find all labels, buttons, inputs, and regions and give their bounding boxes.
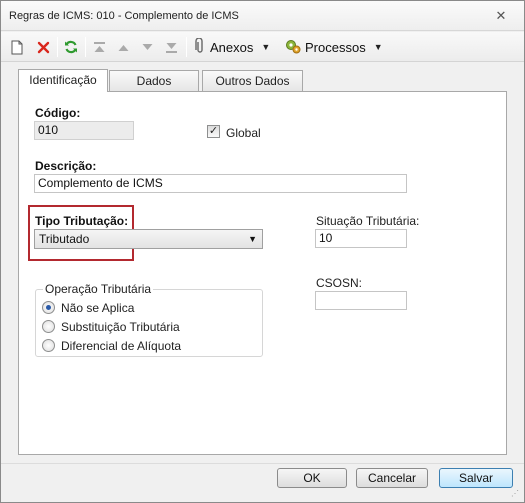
- radio-nao-se-aplica-label: Não se Aplica: [61, 301, 135, 315]
- operacao-tributaria-group: Operação Tributária Não se Aplica Substi…: [35, 282, 263, 357]
- close-icon[interactable]: ✕: [494, 9, 508, 23]
- toolbar-separator: [186, 37, 187, 57]
- dialog-window: Regras de ICMS: 010 - Complemento de ICM…: [0, 0, 525, 503]
- tab-panel-identificacao: Código: 010 ✓ Global Descrição: Compleme…: [18, 91, 507, 455]
- codigo-label: Código:: [35, 106, 81, 120]
- new-document-icon[interactable]: [11, 38, 23, 56]
- processes-gear-icon: [285, 38, 301, 57]
- global-label: Global: [226, 126, 261, 140]
- processos-label: Processos: [305, 39, 366, 55]
- situacao-tributaria-field[interactable]: 10: [315, 229, 407, 248]
- descricao-field[interactable]: Complemento de ICMS: [34, 174, 407, 193]
- chevron-down-icon: ▼: [248, 234, 257, 244]
- codigo-field[interactable]: 010: [34, 121, 134, 140]
- toolbar-separator: [85, 37, 86, 57]
- radio-substituicao-tributaria[interactable]: [42, 320, 55, 333]
- situacao-tributaria-label: Situação Tributária:: [316, 214, 420, 228]
- next-record-icon[interactable]: [141, 38, 154, 56]
- ok-button[interactable]: OK: [277, 468, 347, 488]
- radio-substituicao-tributaria-label: Substituição Tributária: [61, 320, 180, 334]
- processos-button[interactable]: Processos ▼: [285, 38, 383, 56]
- delete-icon[interactable]: [37, 38, 50, 56]
- csosn-label: CSOSN:: [316, 276, 363, 290]
- radio-diferencial-aliquota[interactable]: [42, 339, 55, 352]
- global-checkbox[interactable]: ✓: [207, 125, 220, 138]
- radio-diferencial-aliquota-label: Diferencial de Alíquota: [61, 339, 182, 353]
- tipo-tributacao-select[interactable]: Tributado ▼: [34, 229, 263, 249]
- title-bar[interactable]: Regras de ICMS: 010 - Complemento de ICM…: [1, 1, 524, 31]
- tab-outros-dados[interactable]: Outros Dados: [202, 70, 303, 91]
- tab-identificacao[interactable]: Identificação: [18, 69, 108, 92]
- toolbar-separator: [57, 37, 58, 57]
- radio-nao-se-aplica[interactable]: [42, 301, 55, 314]
- cancel-button[interactable]: Cancelar: [356, 468, 428, 488]
- chevron-down-icon: ▼: [261, 42, 271, 52]
- previous-record-icon[interactable]: [117, 38, 130, 56]
- csosn-field[interactable]: [315, 291, 407, 310]
- tipo-tributacao-value: Tributado: [39, 232, 90, 246]
- last-record-icon[interactable]: [165, 38, 178, 56]
- operacao-tributaria-title: Operação Tributária: [43, 282, 154, 296]
- tab-dados-icms[interactable]: Dados ICMS: [109, 70, 199, 108]
- chevron-down-icon: ▼: [373, 42, 383, 52]
- tipo-tributacao-label: Tipo Tributação:: [35, 214, 129, 228]
- first-record-icon[interactable]: [93, 38, 106, 56]
- save-button[interactable]: Salvar: [439, 468, 513, 488]
- dialog-footer: OK Cancelar Salvar ⋰: [1, 463, 524, 502]
- paperclip-icon: [194, 36, 206, 57]
- window-title: Regras de ICMS: 010 - Complemento de ICM…: [9, 10, 239, 22]
- toolbar: Anexos ▼ Processos ▼: [1, 32, 524, 62]
- resize-grip-icon[interactable]: ⋰: [511, 489, 521, 499]
- anexos-button[interactable]: Anexos ▼: [194, 36, 271, 57]
- anexos-label: Anexos: [210, 39, 254, 55]
- descricao-label: Descrição:: [35, 159, 97, 173]
- refresh-icon[interactable]: [64, 38, 78, 56]
